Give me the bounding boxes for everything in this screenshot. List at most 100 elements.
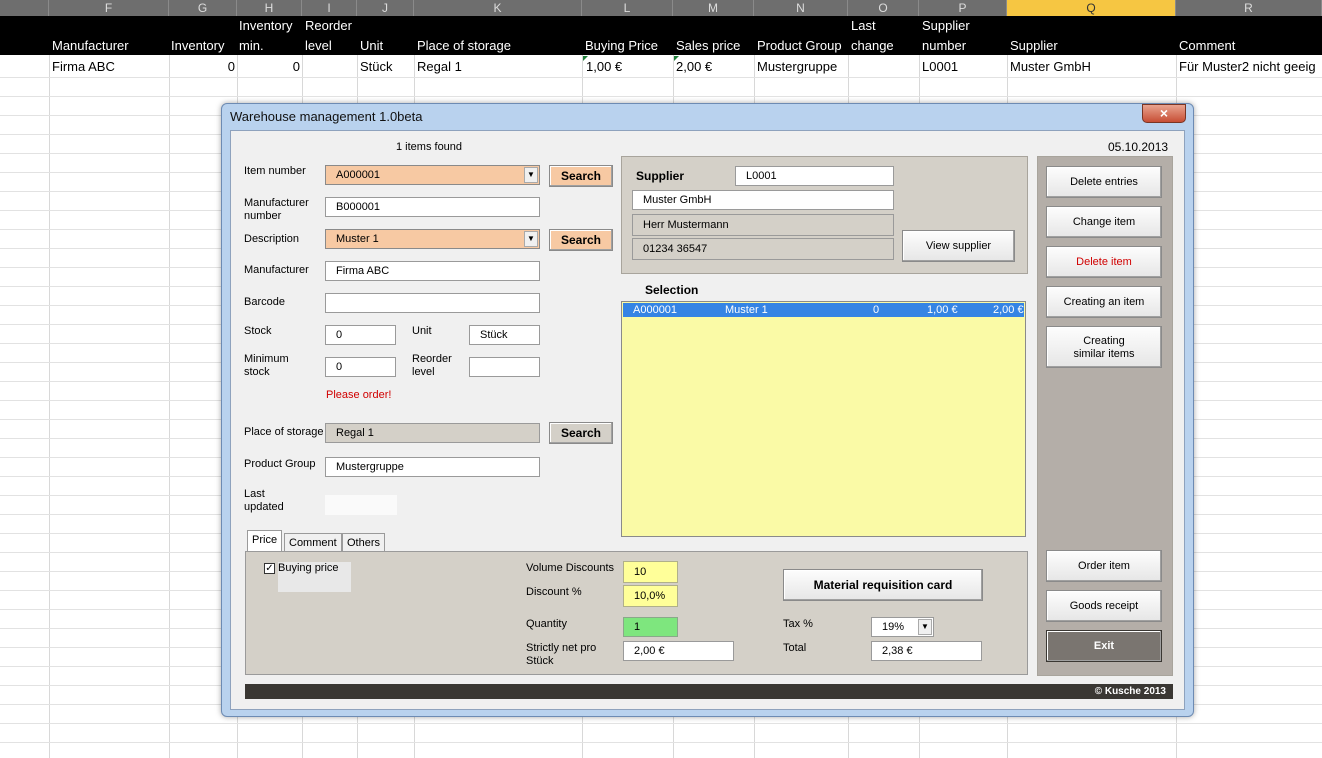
header-last-change-line1[interactable]: Last — [851, 16, 876, 36]
header-supplier[interactable]: Supplier — [1010, 36, 1058, 56]
buying-price-checkbox[interactable]: ✓ — [264, 563, 275, 574]
column-header-n[interactable]: N — [754, 0, 848, 16]
list-item-sales-price: 2,00 € — [993, 304, 1024, 316]
column-header-stub — [0, 0, 49, 16]
column-header-o[interactable]: O — [848, 0, 919, 16]
place-of-storage-label: Place of storage — [244, 426, 324, 438]
cell-buying-price[interactable]: 1,00 € — [586, 57, 622, 77]
date-label: 05.10.2013 — [1108, 140, 1169, 154]
column-header-l[interactable]: L — [582, 0, 673, 16]
change-item-button[interactable]: Change item — [1046, 206, 1162, 238]
chevron-down-icon[interactable]: ▼ — [524, 167, 538, 183]
chevron-down-icon[interactable]: ▼ — [524, 231, 538, 247]
tax-select[interactable]: 19% ▼ — [871, 617, 934, 637]
header-product-group[interactable]: Product Group — [757, 36, 842, 56]
description-combo[interactable]: Muster 1 ▼ — [325, 229, 540, 249]
header-supplier-number-line1[interactable]: Supplier — [922, 16, 970, 36]
last-updated-value — [325, 495, 397, 515]
net-price-field[interactable]: 2,00 € — [623, 641, 734, 661]
column-header-q[interactable]: Q — [1007, 0, 1176, 16]
cell-sales-price[interactable]: 2,00 € — [676, 57, 712, 77]
column-header-bar: F G H I J K L M N O P Q R — [0, 0, 1322, 16]
supplier-phone-field: 01234 36547 — [632, 238, 894, 260]
manufacturer-number-field[interactable]: B000001 — [325, 197, 540, 217]
view-supplier-button[interactable]: View supplier — [902, 230, 1015, 262]
footer-bar: © Kusche 2013 — [245, 684, 1173, 699]
column-header-f[interactable]: F — [49, 0, 169, 16]
column-header-h[interactable]: H — [237, 0, 302, 16]
close-button[interactable]: × — [1142, 104, 1186, 123]
cell-inventory-min[interactable]: 0 — [237, 57, 300, 77]
barcode-field[interactable] — [325, 293, 540, 313]
cell-manufacturer[interactable]: Firma ABC — [52, 57, 115, 77]
close-icon: × — [1159, 105, 1169, 121]
delete-entries-button[interactable]: Delete entries — [1046, 166, 1162, 198]
total-field[interactable]: 2,38 € — [871, 641, 982, 661]
exit-button[interactable]: Exit — [1046, 630, 1162, 662]
cell-supplier-number[interactable]: L0001 — [922, 57, 958, 77]
cell-inventory[interactable]: 0 — [169, 57, 235, 77]
volume-discounts-field[interactable]: 10 — [623, 561, 678, 583]
column-header-r[interactable]: R — [1176, 0, 1322, 16]
create-similar-items-button[interactable]: Creating similar items — [1046, 326, 1162, 368]
last-updated-label-line2: updated — [244, 501, 284, 513]
item-number-combo[interactable]: A000001 ▼ — [325, 165, 540, 185]
material-requisition-button[interactable]: Material requisition card — [783, 569, 983, 601]
cell-product-group[interactable]: Mustergruppe — [757, 57, 837, 77]
order-item-button[interactable]: Order item — [1046, 550, 1162, 582]
column-header-m[interactable]: M — [673, 0, 754, 16]
column-header-j[interactable]: J — [357, 0, 414, 16]
unit-field[interactable]: Stück — [469, 325, 540, 345]
header-storage[interactable]: Place of storage — [417, 36, 511, 56]
description-value: Muster 1 — [336, 233, 379, 245]
place-of-storage-field[interactable]: Regal 1 — [325, 423, 540, 443]
header-inventory[interactable]: Inventory — [171, 36, 224, 56]
tab-others[interactable]: Others — [342, 533, 386, 552]
cell-storage[interactable]: Regal 1 — [417, 57, 462, 77]
header-reorder-line2[interactable]: level — [305, 36, 332, 56]
column-header-i[interactable]: I — [302, 0, 357, 16]
stock-field[interactable]: 0 — [325, 325, 396, 345]
dialog-title: Warehouse management 1.0beta — [230, 109, 423, 124]
search-item-button[interactable]: Search — [549, 165, 613, 187]
header-supplier-number-line2[interactable]: number — [922, 36, 966, 56]
selection-list[interactable]: A000001 Muster 1 0 1,00 € 2,00 € — [621, 301, 1026, 537]
cell-supplier[interactable]: Muster GmbH — [1010, 57, 1091, 77]
tab-price[interactable]: Price — [247, 530, 283, 552]
minimum-stock-label-line2: stock — [244, 366, 270, 378]
goods-receipt-button[interactable]: Goods receipt — [1046, 590, 1162, 622]
total-label: Total — [783, 642, 807, 654]
quantity-field[interactable]: 1 — [623, 617, 678, 637]
search-description-button[interactable]: Search — [549, 229, 613, 251]
create-item-button[interactable]: Creating an item — [1046, 286, 1162, 318]
tab-comment[interactable]: Comment — [284, 533, 342, 552]
header-buying-price[interactable]: Buying Price — [585, 36, 658, 56]
header-reorder-line1[interactable]: Reorder — [305, 16, 352, 36]
header-unit[interactable]: Unit — [360, 36, 383, 56]
supplier-name-field[interactable]: Muster GmbH — [632, 190, 894, 210]
column-header-p[interactable]: P — [919, 0, 1007, 16]
manufacturer-number-label-line1: Manufacturer — [244, 197, 309, 209]
column-header-k[interactable]: K — [414, 0, 582, 16]
list-item[interactable]: A000001 Muster 1 0 1,00 € 2,00 € — [623, 303, 1024, 317]
column-header-g[interactable]: G — [169, 0, 237, 16]
description-label: Description — [244, 233, 300, 245]
header-comment[interactable]: Comment — [1179, 36, 1235, 56]
header-inventory-min-line1[interactable]: Inventory — [239, 16, 292, 36]
header-last-change-line2[interactable]: change — [851, 36, 894, 56]
cell-comment[interactable]: Für Muster2 nicht geeig — [1179, 57, 1316, 77]
header-manufacturer[interactable]: Manufacturer — [52, 36, 129, 56]
manufacturer-field[interactable]: Firma ABC — [325, 261, 540, 281]
product-group-field[interactable]: Mustergruppe — [325, 457, 540, 477]
header-sales-price[interactable]: Sales price — [676, 36, 740, 56]
cell-unit[interactable]: Stück — [360, 57, 393, 77]
chevron-down-icon[interactable]: ▼ — [918, 619, 932, 635]
search-storage-button[interactable]: Search — [549, 422, 613, 444]
discount-field[interactable]: 10,0% — [623, 585, 678, 607]
header-inventory-min-line2[interactable]: min. — [239, 36, 264, 56]
tax-value: 19% — [882, 621, 905, 633]
supplier-number-field[interactable]: L0001 — [735, 166, 894, 186]
reorder-level-field[interactable] — [469, 357, 540, 377]
minimum-stock-field[interactable]: 0 — [325, 357, 396, 377]
delete-item-button[interactable]: Delete item — [1046, 246, 1162, 278]
